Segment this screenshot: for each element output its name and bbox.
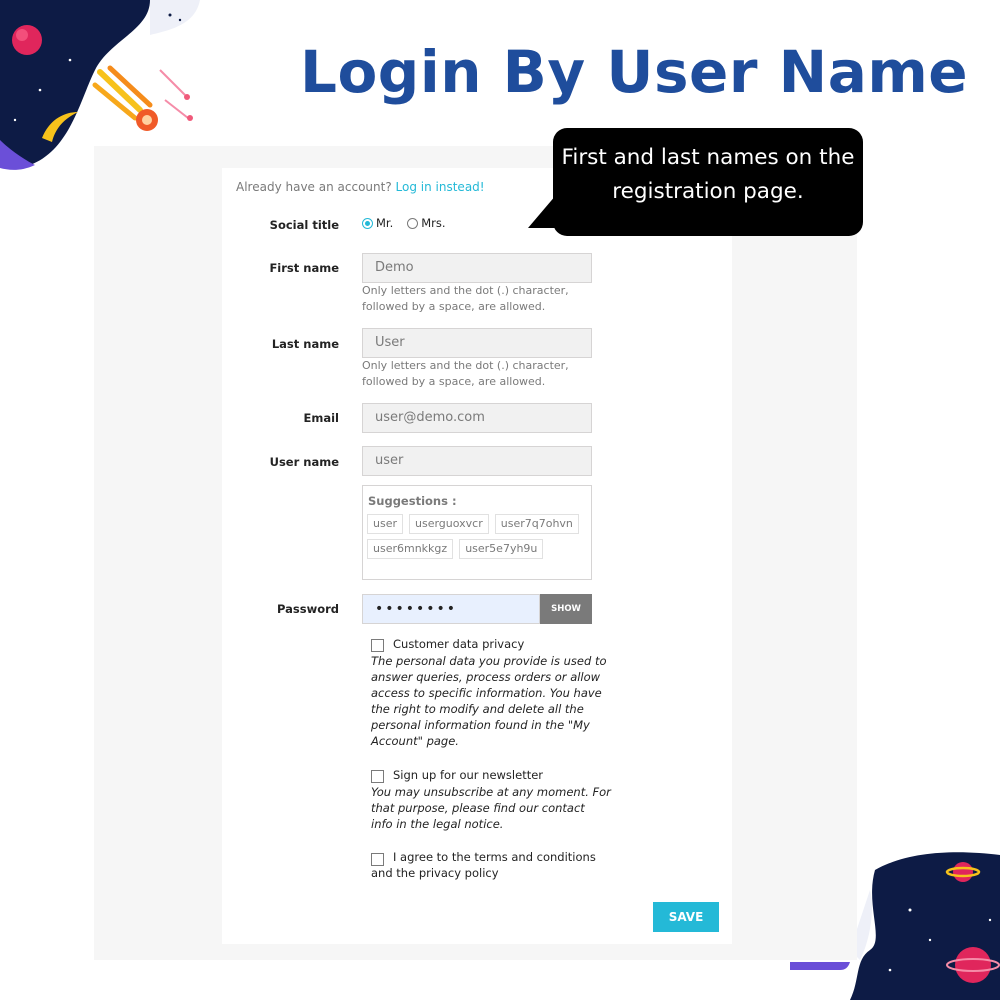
privacy-desc-line: access to specific information. You have bbox=[371, 686, 602, 700]
username-label: User name bbox=[269, 455, 339, 469]
first-name-input[interactable]: Demo bbox=[362, 253, 592, 283]
radio-label-mr: Mr. bbox=[376, 216, 394, 230]
page-title: Login By User Name bbox=[300, 38, 969, 106]
first-name-help-line1: Only letters and the dot (.) character, bbox=[362, 284, 569, 297]
radio-button-mr[interactable] bbox=[362, 217, 373, 229]
last-name-help: Only letters and the dot (.) character, … bbox=[362, 358, 602, 390]
last-name-help-line1: Only letters and the dot (.) character, bbox=[362, 359, 569, 372]
newsletter-checkbox[interactable] bbox=[371, 770, 384, 783]
terms-label-line2: and the privacy policy bbox=[371, 866, 499, 880]
radio-button-mrs[interactable] bbox=[407, 217, 419, 229]
radio-label-mrs: Mrs. bbox=[421, 216, 446, 230]
first-name-help-line2: followed by a space, are allowed. bbox=[362, 300, 546, 313]
callout-bubble: First and last names on the registration… bbox=[553, 128, 863, 236]
suggestion-chip[interactable]: user bbox=[367, 514, 403, 534]
suggestion-chips: user userguoxvcr user7q7ohvn user6mnkkgz… bbox=[367, 514, 587, 564]
email-input[interactable]: user@demo.com bbox=[362, 403, 592, 433]
username-suggestions: Suggestions : user userguoxvcr user7q7oh… bbox=[362, 485, 592, 580]
suggestion-chip[interactable]: user7q7ohvn bbox=[494, 514, 579, 534]
social-title-label: Social title bbox=[269, 218, 339, 232]
already-text: Already have an account? bbox=[236, 180, 392, 194]
newsletter-desc-line: info in the legal notice. bbox=[371, 817, 504, 831]
last-name-help-line2: followed by a space, are allowed. bbox=[362, 375, 546, 388]
email-label: Email bbox=[303, 411, 339, 425]
radio-mrs[interactable]: Mrs. bbox=[407, 216, 446, 230]
privacy-description: The personal data you provide is used to… bbox=[371, 653, 607, 749]
password-label: Password bbox=[277, 602, 339, 616]
privacy-desc-line: the right to modify and delete all the bbox=[371, 702, 584, 716]
suggestion-chip[interactable]: user6mnkkgz bbox=[367, 539, 454, 559]
suggestions-title: Suggestions : bbox=[368, 494, 457, 508]
first-name-label: First name bbox=[269, 261, 339, 275]
newsletter-label: Sign up for our newsletter bbox=[393, 768, 544, 782]
last-name-input[interactable]: User bbox=[362, 328, 592, 358]
suggestion-chip[interactable]: userguoxvcr bbox=[409, 514, 489, 534]
social-title-radio-group: Mr. Mrs. bbox=[362, 216, 460, 230]
first-name-help: Only letters and the dot (.) character, … bbox=[362, 283, 602, 315]
login-link[interactable]: Log in instead! bbox=[396, 180, 485, 194]
save-button[interactable]: SAVE bbox=[653, 902, 719, 932]
last-name-label: Last name bbox=[271, 337, 339, 351]
privacy-desc-line: The personal data you provide is used to bbox=[371, 654, 607, 668]
privacy-desc-line: Account" page. bbox=[371, 734, 459, 748]
privacy-checkbox[interactable] bbox=[371, 639, 384, 652]
suggestion-chip[interactable]: user5e7yh9u bbox=[459, 539, 544, 559]
radio-mr[interactable]: Mr. bbox=[362, 216, 393, 230]
newsletter-description: You may unsubscribe at any moment. For t… bbox=[371, 784, 611, 832]
terms-label-line1: I agree to the terms and conditions bbox=[393, 850, 596, 864]
newsletter-desc-line: that purpose, please find our contact bbox=[371, 801, 585, 815]
privacy-desc-line: answer queries, process orders or allow bbox=[371, 670, 601, 684]
show-password-button[interactable]: SHOW bbox=[540, 594, 592, 624]
already-have-account: Already have an account? Log in instead! bbox=[236, 180, 485, 194]
privacy-label: Customer data privacy bbox=[393, 637, 525, 651]
terms-checkbox[interactable] bbox=[371, 853, 384, 866]
newsletter-desc-line: You may unsubscribe at any moment. For bbox=[371, 785, 611, 799]
privacy-desc-line: personal information found in the "My bbox=[371, 718, 590, 732]
password-input[interactable]: •••••••• bbox=[362, 594, 540, 624]
username-input[interactable]: user bbox=[362, 446, 592, 476]
